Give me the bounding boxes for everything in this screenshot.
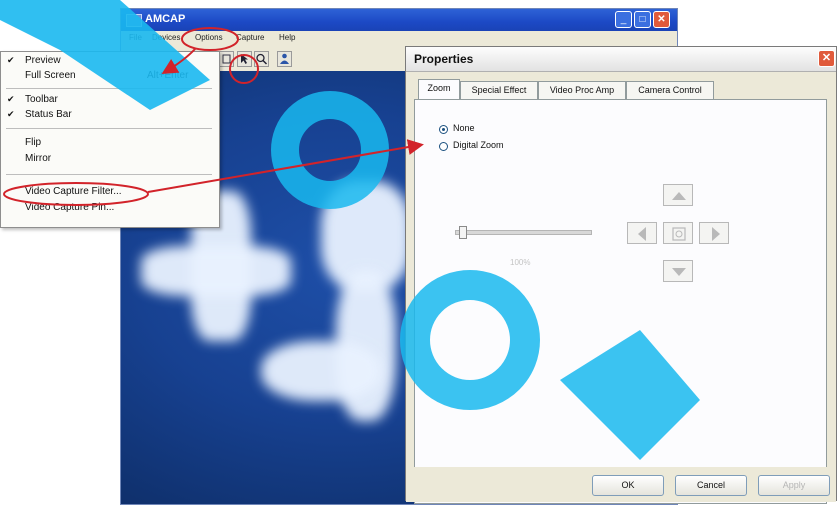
menu-item-video-capture-filter[interactable]: Video Capture Filter... [1,185,217,200]
toolbar-square-icon[interactable] [219,51,234,67]
zoom-level-value: 100% [510,258,531,267]
menu-item-video-capture-pin[interactable]: Video Capture Pin... [1,201,217,216]
check-icon: ✔ [7,109,15,119]
properties-title-bar[interactable]: Properties ✕ [406,47,836,72]
menu-item-mirror[interactable]: Mirror [1,152,217,167]
menu-separator [6,174,212,175]
amcap-title-bar[interactable]: AMCAP _ □ ✕ [121,9,677,31]
menu-separator [6,88,212,89]
cancel-button[interactable]: Cancel [675,475,747,496]
zoom-tab-panel: None Digital Zoom 100% [414,99,827,504]
menu-file[interactable]: File [129,33,142,42]
close-button[interactable]: ✕ [653,11,670,28]
pan-up-button[interactable] [663,184,693,206]
app-icon [126,14,142,27]
menu-options[interactable]: Options [195,33,223,42]
radio-digital-zoom[interactable] [439,142,448,151]
options-menu: ✔ Preview Full Screen Alt+Enter ✔ Toolba… [0,51,220,228]
arrow-up-icon [672,192,686,200]
check-icon: ✔ [7,55,15,65]
radio-none[interactable] [439,125,448,134]
arrow-right-icon [712,227,720,241]
pan-right-button[interactable] [699,222,729,244]
menu-item-label: Status Bar [25,109,72,120]
tab-video-proc-amp[interactable]: Video Proc Amp [538,81,626,99]
check-icon: ✔ [7,94,15,104]
capture-person-icon[interactable] [277,51,292,67]
menu-item-label: Video Capture Pin... [25,202,115,213]
menu-separator [6,128,212,129]
menu-item-preview[interactable]: ✔ Preview [1,54,217,69]
dialog-title: Properties [414,52,474,66]
menu-item-label: Preview [25,55,61,66]
menu-item-toolbar[interactable]: ✔ Toolbar [1,93,217,108]
menu-item-label: Toolbar [25,94,58,105]
arrow-left-icon [638,227,646,241]
tab-camera-control[interactable]: Camera Control [626,81,714,99]
zoom-slider-thumb[interactable] [459,226,467,239]
amcap-title: AMCAP [145,13,186,25]
menu-capture[interactable]: Capture [236,33,264,42]
dialog-footer: OK Cancel Apply [406,467,836,502]
menu-item-shortcut: Alt+Enter [147,70,189,81]
tab-special-effect[interactable]: Special Effect [460,81,538,99]
menu-item-full-screen[interactable]: Full Screen Alt+Enter [1,69,217,84]
center-icon [672,227,686,241]
pointer-tool-icon[interactable] [237,51,252,67]
apply-button[interactable]: Apply [758,475,830,496]
tab-zoom[interactable]: Zoom [418,79,460,100]
radio-digital-zoom-label: Digital Zoom [453,140,504,150]
ok-button[interactable]: OK [592,475,664,496]
menu-item-status-bar[interactable]: ✔ Status Bar [1,108,217,123]
dialog-close-button[interactable]: ✕ [818,50,835,67]
radio-none-label: None [453,123,475,133]
menu-help[interactable]: Help [279,33,295,42]
menu-devices[interactable]: Devices [152,33,180,42]
menu-item-label: Mirror [25,153,52,164]
arrow-down-icon [672,268,686,276]
pan-down-button[interactable] [663,260,693,282]
menu-item-label: Flip [25,137,42,148]
menu-item-label: Full Screen [25,70,76,81]
zoom-slider-track[interactable] [455,230,592,235]
menu-item-label: Video Capture Filter... [25,186,122,197]
pan-left-button[interactable] [627,222,657,244]
properties-dialog: Properties ✕ Zoom Special Effect Video P… [405,46,837,504]
magnifier-icon[interactable] [254,51,269,67]
menu-item-flip[interactable]: Flip [1,136,217,151]
pan-center-button[interactable] [663,222,693,244]
maximize-button[interactable]: □ [634,11,651,28]
minimize-button[interactable]: _ [615,11,632,28]
